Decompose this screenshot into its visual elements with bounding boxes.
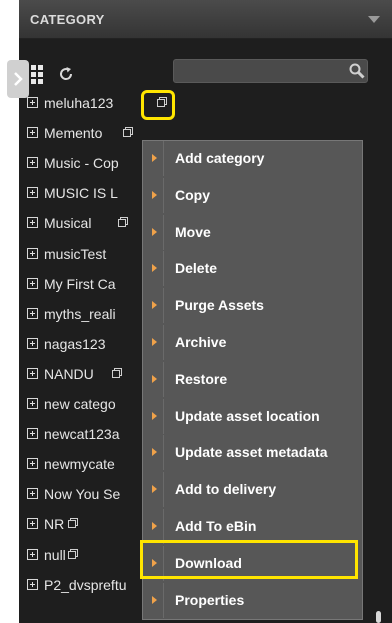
menu-separator [163,214,164,250]
tree-row-label: nagas123 [44,335,106,352]
expand-plus-icon[interactable] [27,428,38,440]
tree-row-label: Music - Cop [44,155,119,172]
menu-item-label: Restore [175,370,228,387]
tree-row-label: Musical [44,215,92,232]
menu-separator [163,361,164,397]
expand-plus-icon[interactable] [27,518,38,530]
expand-plus-icon[interactable] [27,157,38,169]
highlight-box-copy-icon [141,90,175,120]
tree-row-label: Now You Se [44,486,121,503]
menu-separator [163,398,164,434]
menu-separator [163,472,164,508]
menu-separator [163,509,164,544]
tree-row-label: meluha123 [44,95,114,111]
menu-item-archive[interactable]: Archive [143,325,362,360]
bullet-arrow-icon [152,411,157,420]
expand-plus-icon[interactable] [27,488,38,500]
tree-row-label: newcat123a [44,426,120,443]
expand-plus-icon[interactable] [27,337,38,349]
menu-item-label: Move [175,223,211,240]
tree-row-label: new catego [44,396,116,412]
bullet-arrow-icon [152,301,157,310]
bullet-arrow-icon [152,374,157,383]
expand-plus-icon[interactable] [27,458,38,470]
menu-separator [163,582,164,618]
bullet-arrow-icon [152,448,157,457]
menu-item-label: Archive [175,334,227,350]
expand-plus-icon[interactable] [27,277,38,289]
tree-row-label: P2_dvspreftu [44,576,127,593]
bullet-arrow-icon [152,485,157,494]
tree-row-label: myths_reali [44,305,116,322]
expand-plus-icon[interactable] [27,307,38,319]
refresh-icon[interactable] [55,63,77,85]
tree-row[interactable]: meluha123 [19,90,392,118]
expand-plus-icon[interactable] [27,127,38,139]
menu-item-label: Properties [175,591,245,608]
menu-item-properties[interactable]: Properties [143,582,362,618]
panel-title: CATEGORY [30,12,105,27]
menu-item-label: Add To eBin [175,518,257,534]
menu-item-label: Copy [175,186,210,203]
menu-separator [163,288,164,324]
panel-header[interactable]: CATEGORY [19,0,392,39]
expand-plus-icon[interactable] [27,97,38,108]
menu-separator [163,325,164,360]
menu-item-label: Add category [175,150,265,166]
copy-link-icon[interactable] [68,548,78,559]
tree-row-label: null [44,546,66,563]
collapse-arrow-icon[interactable] [368,16,380,23]
expand-plus-icon[interactable] [27,398,38,409]
tree-row-label: MUSIC IS L [44,185,118,202]
bullet-arrow-icon [152,190,157,199]
copy-link-icon[interactable] [68,518,78,529]
copy-link-icon[interactable] [112,367,122,378]
expand-sidebar-toggle[interactable] [7,60,29,98]
menu-item-restore[interactable]: Restore [143,361,362,397]
menu-item-copy[interactable]: Copy [143,177,362,213]
menu-separator [163,251,164,287]
chevron-right-icon [14,72,23,86]
scrollbar-thumb[interactable] [376,611,381,623]
expand-plus-icon[interactable] [27,578,38,590]
expand-plus-icon[interactable] [27,187,38,199]
menu-item-update-asset-metadata[interactable]: Update asset metadata [143,435,362,471]
expand-plus-icon[interactable] [27,548,38,560]
menu-item-label: Add to delivery [175,481,277,498]
menu-item-add-category[interactable]: Add category [143,141,362,176]
tree-row-label: Memento [44,125,103,142]
tree-row-label: NR [44,516,65,533]
menu-item-purge-assets[interactable]: Purge Assets [143,288,362,324]
bullet-arrow-icon [152,595,157,604]
tree-row-label: NANDU [44,365,94,382]
highlight-box-download [140,540,358,579]
menu-item-label: Update asset location [175,407,320,424]
tree-row-label: My First Ca [44,275,116,292]
menu-item-delete[interactable]: Delete [143,251,362,287]
menu-item-label: Update asset metadata [175,444,328,461]
tree-row-label: newmycate [44,456,115,473]
expand-plus-icon[interactable] [27,217,38,229]
search-input[interactable] [173,59,368,83]
bullet-arrow-icon [152,264,157,273]
menu-separator [163,141,164,176]
menu-item-add-to-delivery[interactable]: Add to delivery [143,472,362,508]
copy-link-icon[interactable] [123,127,133,138]
expand-plus-icon[interactable] [27,367,38,379]
menu-separator [163,177,164,213]
bullet-arrow-icon [152,227,157,236]
expand-plus-icon[interactable] [27,247,38,259]
bullet-arrow-icon [152,154,157,162]
menu-item-add-to-ebin[interactable]: Add To eBin [143,509,362,544]
menu-item-label: Purge Assets [175,297,264,314]
menu-item-label: Delete [175,260,218,277]
menu-item-update-asset-location[interactable]: Update asset location [143,398,362,434]
copy-link-icon[interactable] [118,217,128,228]
search-icon[interactable] [348,62,366,80]
bullet-arrow-icon [152,522,157,530]
menu-item-move[interactable]: Move [143,214,362,250]
tree-row-label: musicTest [44,245,107,262]
menu-separator [163,435,164,471]
bullet-arrow-icon [152,338,157,346]
